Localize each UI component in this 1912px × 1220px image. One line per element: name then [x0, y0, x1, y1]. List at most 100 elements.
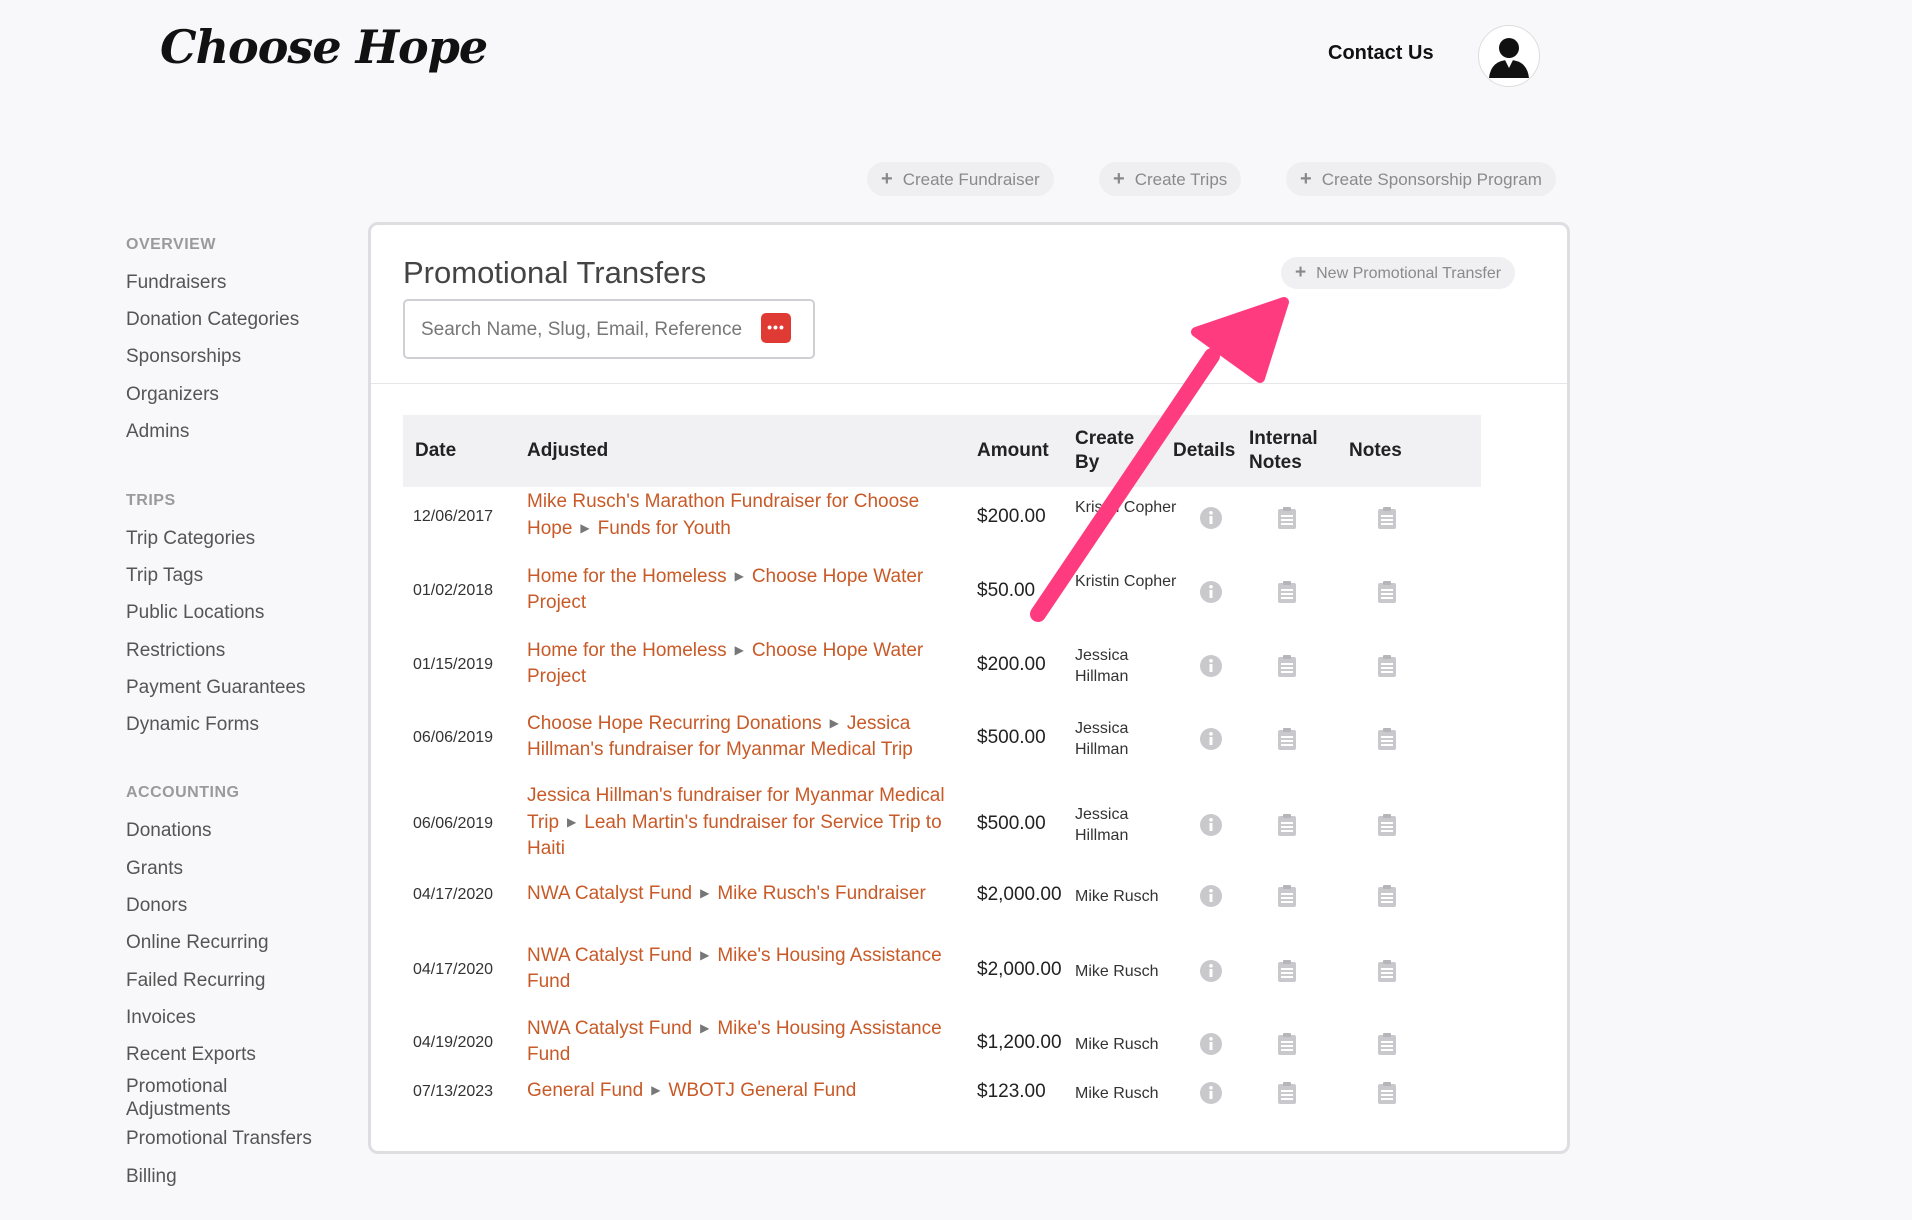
- transfer-amount: $123.00: [977, 1081, 1046, 1102]
- notes-icon[interactable]: [1377, 959, 1397, 988]
- sidebar-item-donations[interactable]: Donations: [126, 820, 212, 842]
- internal-notes-icon[interactable]: [1277, 580, 1297, 609]
- created-by: Mike Rusch: [1075, 888, 1159, 905]
- internal-notes-icon[interactable]: [1277, 1032, 1297, 1061]
- info-icon[interactable]: [1199, 1032, 1223, 1061]
- source-fund-link[interactable]: Choose Hope Recurring Donations: [527, 713, 822, 734]
- sidebar-item-online-recurring[interactable]: Online Recurring: [126, 932, 269, 954]
- source-fund-link[interactable]: NWA Catalyst Fund: [527, 883, 692, 904]
- transfer-amount: $2,000.00: [977, 884, 1062, 905]
- source-fund-link[interactable]: Home for the Homeless: [527, 640, 727, 661]
- column-header-adjusted[interactable]: Adjusted: [527, 439, 608, 463]
- new-promotional-transfer-label: New Promotional Transfer: [1316, 265, 1502, 282]
- sidebar-item-donors[interactable]: Donors: [126, 895, 187, 917]
- info-icon[interactable]: [1199, 727, 1223, 756]
- notes-icon[interactable]: [1377, 506, 1397, 535]
- info-icon[interactable]: [1199, 813, 1223, 842]
- adjusted-cell: Mike Rusch's Marathon Fundraiser for Cho…: [527, 489, 967, 542]
- notes-icon[interactable]: [1377, 580, 1397, 609]
- new-promotional-transfer-button[interactable]: + New Promotional Transfer: [1281, 257, 1516, 289]
- sidebar-item-organizers[interactable]: Organizers: [126, 384, 219, 406]
- transfer-date: 07/13/2023: [413, 1083, 494, 1100]
- sidebar-item-recent-exports[interactable]: Recent Exports: [126, 1044, 256, 1066]
- table-row: 06/06/2019 Jessica Hillman's fundraiser f…: [403, 783, 1481, 867]
- destination-fund-link[interactable]: Mike Rusch's Fundraiser: [717, 883, 925, 904]
- user-icon: [1489, 38, 1529, 78]
- transfer-date: 01/02/2018: [413, 582, 494, 599]
- column-header-details[interactable]: Details: [1173, 439, 1235, 463]
- sidebar-item-promotional-adjustments[interactable]: Promotional Adjustments: [126, 1075, 266, 1121]
- column-header-date[interactable]: Date: [415, 439, 456, 463]
- sidebar-item-trip-categories[interactable]: Trip Categories: [126, 528, 255, 550]
- internal-notes-icon[interactable]: [1277, 654, 1297, 683]
- arrow-right-icon: ▶: [700, 886, 710, 900]
- sidebar-item-donation-categories[interactable]: Donation Categories: [126, 309, 299, 331]
- column-header-amount[interactable]: Amount: [977, 439, 1049, 463]
- internal-notes-icon[interactable]: [1277, 884, 1297, 913]
- notes-icon[interactable]: [1377, 813, 1397, 842]
- brand-logo[interactable]: Choose Hope: [160, 20, 488, 74]
- internal-notes-icon[interactable]: [1277, 727, 1297, 756]
- password-manager-icon[interactable]: •••: [761, 313, 791, 343]
- sidebar-item-failed-recurring[interactable]: Failed Recurring: [126, 970, 265, 992]
- sidebar-item-dynamic-forms[interactable]: Dynamic Forms: [126, 714, 259, 736]
- info-icon[interactable]: [1199, 506, 1223, 535]
- transfer-amount: $2,000.00: [977, 959, 1062, 980]
- search-box: •••: [403, 299, 815, 359]
- info-icon[interactable]: [1199, 959, 1223, 988]
- source-fund-link[interactable]: General Fund: [527, 1080, 643, 1101]
- transfer-amount: $200.00: [977, 506, 1046, 527]
- source-fund-link[interactable]: NWA Catalyst Fund: [527, 945, 692, 966]
- destination-fund-link[interactable]: Funds for Youth: [598, 518, 731, 539]
- sidebar-item-trip-tags[interactable]: Trip Tags: [126, 565, 203, 587]
- source-fund-link[interactable]: Home for the Homeless: [527, 566, 727, 587]
- column-header-internal-notes[interactable]: Internal Notes: [1249, 427, 1329, 475]
- column-header-notes[interactable]: Notes: [1349, 439, 1402, 463]
- destination-fund-link[interactable]: WBOTJ General Fund: [668, 1080, 856, 1101]
- table-row: 06/06/2019 Choose Hope Recurring Donation…: [403, 710, 1481, 768]
- column-header-create-by[interactable]: Create By: [1075, 427, 1141, 475]
- sidebar-item-payment-guarantees[interactable]: Payment Guarantees: [126, 677, 306, 699]
- info-icon[interactable]: [1199, 1081, 1223, 1110]
- destination-fund-link[interactable]: Leah Martin's fundraiser for Service Tri…: [527, 812, 942, 859]
- internal-notes-icon[interactable]: [1277, 506, 1297, 535]
- contact-us-link[interactable]: Contact Us: [1328, 42, 1434, 65]
- adjusted-cell: Choose Hope Recurring Donations ▶ Jessica …: [527, 710, 967, 763]
- arrow-right-icon: ▶: [734, 569, 744, 583]
- sidebar-item-invoices[interactable]: Invoices: [126, 1007, 196, 1029]
- user-avatar[interactable]: [1478, 25, 1540, 87]
- create-trips-button[interactable]: + Create Trips: [1099, 162, 1242, 196]
- promotional-transfers-card: Promotional Transfers + New Promotional T…: [368, 222, 1570, 1154]
- sidebar-item-admins[interactable]: Admins: [126, 421, 189, 443]
- internal-notes-icon[interactable]: [1277, 959, 1297, 988]
- source-fund-link[interactable]: NWA Catalyst Fund: [527, 1018, 692, 1039]
- sidebar-item-fundraisers[interactable]: Fundraisers: [126, 272, 226, 294]
- create-sponsorship-program-button[interactable]: + Create Sponsorship Program: [1286, 162, 1556, 196]
- sidebar-item-restrictions[interactable]: Restrictions: [126, 640, 225, 662]
- info-icon[interactable]: [1199, 580, 1223, 609]
- info-icon[interactable]: [1199, 884, 1223, 913]
- sidebar-item-promotional-transfers[interactable]: Promotional Transfers: [126, 1128, 312, 1150]
- sidebar-item-billing[interactable]: Billing: [126, 1166, 177, 1188]
- notes-icon[interactable]: [1377, 727, 1397, 756]
- sidebar-item-sponsorships[interactable]: Sponsorships: [126, 346, 241, 368]
- table-row: 12/06/2017 Mike Rusch's Marathon Fundrais…: [403, 489, 1481, 547]
- plus-icon: +: [1113, 168, 1125, 190]
- search-input[interactable]: [419, 315, 763, 345]
- notes-icon[interactable]: [1377, 654, 1397, 683]
- internal-notes-icon[interactable]: [1277, 1081, 1297, 1110]
- sidebar-item-public-locations[interactable]: Public Locations: [126, 602, 264, 624]
- sidebar-item-grants[interactable]: Grants: [126, 858, 183, 880]
- create-fundraiser-button[interactable]: + Create Fundraiser: [867, 162, 1054, 196]
- sidebar-section-overview: OVERVIEW: [126, 236, 216, 253]
- transfer-date: 06/06/2019: [413, 729, 494, 746]
- notes-icon[interactable]: [1377, 1081, 1397, 1110]
- adjusted-cell: NWA Catalyst Fund ▶ Mike's Housing Assista…: [527, 942, 967, 995]
- plus-icon: +: [1300, 168, 1312, 190]
- transfer-amount: $200.00: [977, 654, 1046, 675]
- info-icon[interactable]: [1199, 654, 1223, 683]
- created-by: Mike Rusch: [1075, 963, 1159, 980]
- notes-icon[interactable]: [1377, 1032, 1397, 1061]
- notes-icon[interactable]: [1377, 884, 1397, 913]
- internal-notes-icon[interactable]: [1277, 813, 1297, 842]
